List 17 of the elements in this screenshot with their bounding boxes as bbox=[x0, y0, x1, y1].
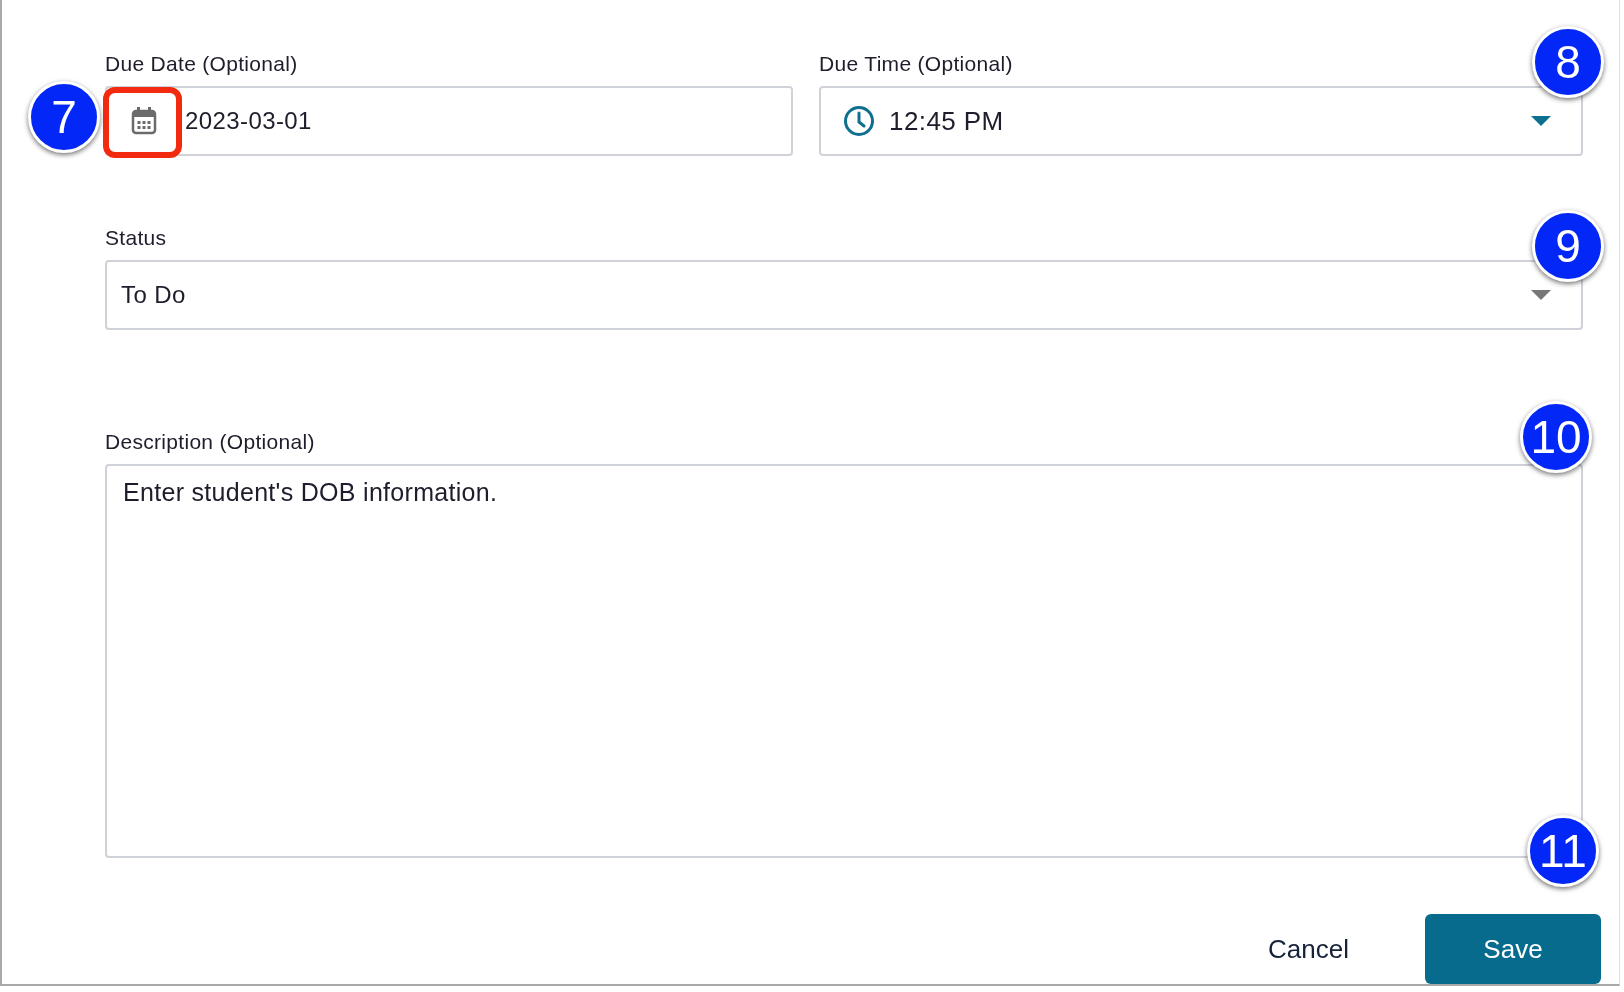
step-number-badge: 11 bbox=[1527, 815, 1599, 887]
step-number-badge: 9 bbox=[1532, 210, 1604, 282]
date-field[interactable]: 2023-03-01 bbox=[105, 86, 794, 156]
save-button[interactable]: Save bbox=[1425, 914, 1601, 984]
field-label: Status bbox=[105, 226, 167, 250]
cancel-button[interactable]: Cancel bbox=[1264, 914, 1353, 984]
step-number-badge: 7 bbox=[28, 81, 100, 153]
field-label: Description (Optional) bbox=[105, 430, 315, 454]
field-label: Due Date (Optional) bbox=[105, 52, 298, 76]
clock-icon bbox=[843, 105, 876, 137]
calendar-icon[interactable] bbox=[131, 107, 157, 135]
time-select[interactable]: 12:45 PM bbox=[819, 86, 1583, 156]
step-number-badge: 8 bbox=[1532, 26, 1604, 98]
caret-icon bbox=[1531, 116, 1551, 126]
field-label: Due Time (Optional) bbox=[819, 52, 1013, 76]
step-number-badge: 10 bbox=[1520, 401, 1592, 473]
caret-icon bbox=[1531, 290, 1551, 300]
